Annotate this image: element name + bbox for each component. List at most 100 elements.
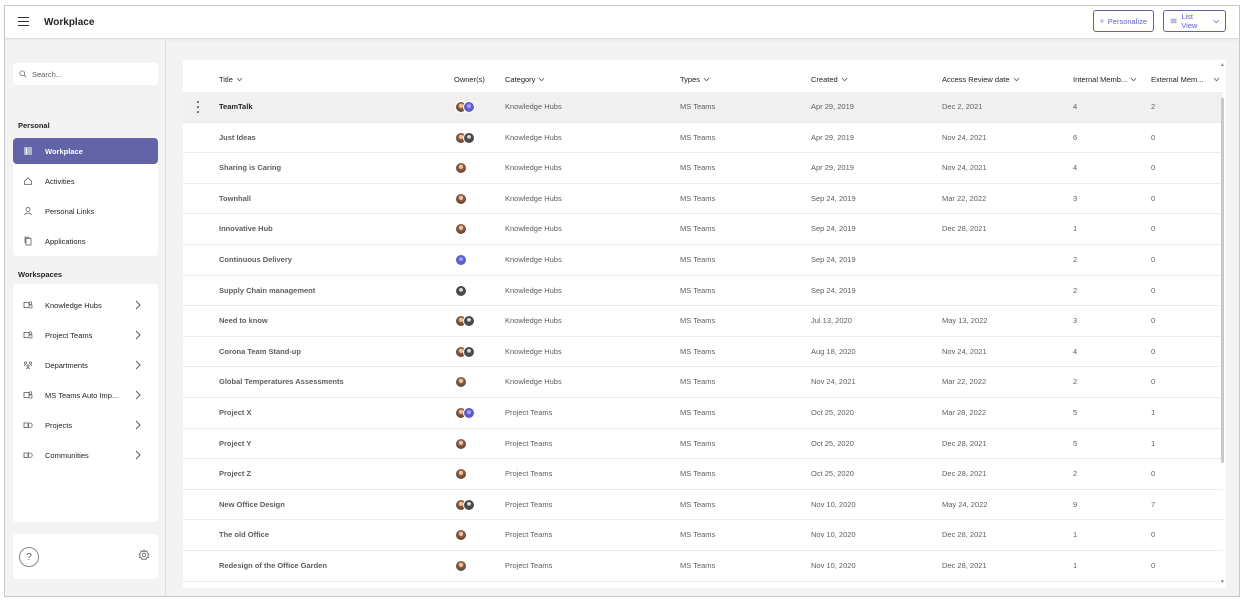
list-view-button[interactable]: List View [1163, 10, 1226, 32]
ws-item-projects[interactable]: Projects [13, 411, 158, 439]
avatar[interactable] [455, 254, 467, 266]
table-row[interactable]: Supply Chain management Knowledge Hubs MS … [183, 276, 1223, 307]
table-row[interactable]: TeamTalk Knowledge Hubs MS Teams Apr 29, 20… [183, 92, 1223, 123]
avatar[interactable] [455, 437, 467, 450]
table-row[interactable]: New Office Design Project Teams MS Teams No… [183, 490, 1223, 521]
table-row[interactable]: Corona Team Stand-up Knowledge Hubs MS Tea… [183, 337, 1223, 368]
nav-item-applications[interactable]: Applications [13, 228, 158, 254]
cell-internal-members: 2 [1073, 255, 1078, 264]
table-row[interactable]: Project Y Project Teams MS Teams Oct 25, 20… [183, 429, 1223, 460]
column-header-owners[interactable]: Owner(s) [454, 75, 485, 84]
nav-item-personal-links[interactable]: Personal Links [13, 198, 158, 224]
scroll-up-icon[interactable]: ▲ [1220, 62, 1225, 68]
cell-external-members: 0 [1151, 163, 1156, 173]
nav-item-workplace[interactable]: Workplace [13, 138, 158, 164]
column-header-access-review-date[interactable]: Access Review date [942, 75, 1020, 84]
table-row[interactable]: Continuous Delivery Knowledge Hubs MS Team… [183, 245, 1223, 276]
cell-title: Project Z [219, 469, 252, 479]
column-header-title[interactable]: Title [219, 75, 243, 84]
personalize-button[interactable]: Personalize [1093, 10, 1154, 32]
column-header-category[interactable]: Category [505, 75, 545, 84]
avatar[interactable] [463, 101, 475, 113]
cell-internal-members: 4 [1073, 163, 1078, 173]
ws-item-knowledge-hubs[interactable]: Knowledge Hubs [13, 291, 158, 319]
cell-access-review-date: Dec 28, 2021 [942, 469, 987, 479]
org-icon [23, 360, 33, 370]
avatar[interactable] [455, 192, 467, 205]
cell-external-members: 0 [1151, 561, 1156, 570]
table-row[interactable]: The old Office Project Teams MS Teams Nov 1… [183, 520, 1223, 551]
chevron-right-icon [135, 300, 141, 310]
chevron-down-icon [539, 77, 545, 82]
list-icon [1170, 18, 1177, 24]
table-row[interactable]: Need to know Knowledge Hubs MS Teams Jul 13… [183, 306, 1223, 337]
table-row[interactable]: Project X Project Teams MS Teams Oct 25, 20… [183, 398, 1223, 429]
column-header-external-members[interactable]: External Mem... [1151, 75, 1220, 84]
cell-internal-members: 5 [1073, 408, 1078, 417]
avatar[interactable] [455, 560, 467, 572]
column-header-created[interactable]: Created [811, 75, 848, 84]
chevron-down-icon [1130, 77, 1137, 82]
avatar[interactable] [463, 345, 475, 358]
search-box[interactable] [13, 63, 158, 85]
more-options-icon[interactable] [196, 101, 200, 113]
cell-created: Aug 18, 2020 [811, 346, 856, 356]
table-row[interactable]: Global Temperatures Assessments Knowledge… [183, 367, 1223, 398]
cell-external-members: 0 [1151, 316, 1156, 326]
column-header-types[interactable]: Types [680, 75, 710, 84]
ws-item-departments[interactable]: Departments [13, 351, 158, 379]
hamburger-menu-icon[interactable] [18, 17, 29, 27]
table-row[interactable]: Innovative Hub Knowledge Hubs MS Teams Sep … [183, 214, 1223, 245]
scroll-down-icon[interactable]: ▼ [1220, 579, 1225, 585]
avatar[interactable] [463, 315, 475, 328]
avatar[interactable] [455, 468, 467, 481]
owner-avatars [455, 223, 467, 236]
table-row[interactable]: Sharing is Caring Knowledge Hubs MS Teams A… [183, 153, 1223, 184]
teams-icon [23, 330, 33, 340]
cell-category: Knowledge Hubs [505, 193, 562, 203]
avatar[interactable] [455, 162, 467, 175]
ws-item-label: Knowledge Hubs [45, 300, 102, 310]
table-row[interactable]: Redesign of the Office Garden Project Tea… [183, 551, 1223, 582]
avatar[interactable] [463, 407, 475, 419]
cell-type: MS Teams [680, 561, 716, 570]
avatar[interactable] [455, 223, 467, 236]
cell-title: Project X [219, 408, 252, 417]
cell-access-review-date: Mar 22, 2022 [942, 193, 987, 203]
ws-item-ms-teams-auto-import[interactable]: MS Teams Auto Imp... [13, 381, 158, 409]
avatar[interactable] [455, 529, 467, 542]
ws-item-project-teams[interactable]: Project Teams [13, 321, 158, 349]
cell-category: Project Teams [505, 499, 553, 509]
teams-icon [23, 300, 33, 310]
avatar[interactable] [463, 498, 475, 511]
avatar[interactable] [455, 284, 467, 297]
cell-access-review-date: Dec 28, 2021 [942, 224, 987, 234]
cell-created: Nov 10, 2020 [811, 530, 856, 540]
search-input[interactable] [32, 69, 142, 79]
cell-category: Knowledge Hubs [505, 316, 562, 326]
chevron-down-icon [1013, 77, 1019, 82]
cell-external-members: 2 [1151, 102, 1156, 111]
cell-category: Knowledge Hubs [505, 285, 562, 295]
help-button[interactable]: ? [19, 547, 39, 567]
table-row[interactable]: Townhall Knowledge Hubs MS Teams Sep 24, 20… [183, 184, 1223, 215]
vertical-scrollbar[interactable] [1221, 98, 1224, 463]
chevron-right-icon [135, 450, 141, 460]
chevron-down-icon [703, 77, 710, 82]
gear-icon[interactable] [138, 549, 150, 561]
table-row[interactable]: Just Ideas Knowledge Hubs MS Teams Apr 29, … [183, 123, 1223, 154]
nav-item-label: Workplace [45, 146, 83, 156]
avatar[interactable] [455, 376, 467, 389]
cell-title: Townhall [219, 193, 251, 203]
avatar[interactable] [463, 131, 475, 144]
table-row[interactable]: Project Z Project Teams MS Teams Oct 25, 20… [183, 459, 1223, 490]
column-header-internal-members[interactable]: Internal Memb... [1073, 75, 1137, 84]
cell-internal-members: 4 [1073, 346, 1078, 356]
cell-created: Nov 24, 2021 [811, 377, 856, 387]
cell-created: Apr 29, 2019 [811, 163, 854, 173]
cell-access-review-date: Nov 24, 2021 [942, 132, 987, 142]
nav-item-activities[interactable]: Activities [13, 168, 158, 194]
cell-title: Redesign of the Office Garden [219, 561, 327, 570]
ws-item-communities[interactable]: Communities [13, 441, 158, 469]
project-icon [23, 450, 33, 460]
